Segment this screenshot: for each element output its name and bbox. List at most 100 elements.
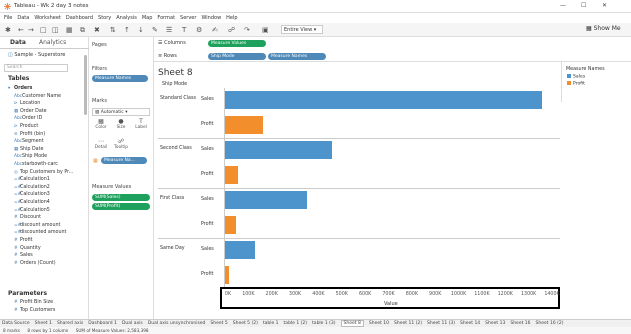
- field-item[interactable]: # Profit: [14, 238, 33, 243]
- bar-sales[interactable]: [225, 241, 255, 259]
- menu-dashboard[interactable]: Dashboard: [66, 15, 93, 21]
- mark-type-dropdown[interactable]: ▧ Automatic ▾: [92, 108, 150, 116]
- close-icon[interactable]: ✕: [602, 2, 607, 9]
- menu-story[interactable]: Story: [98, 15, 111, 21]
- bar-sales[interactable]: [225, 91, 543, 109]
- sheet-tab[interactable]: Sheet 16: [510, 321, 530, 326]
- minimize-icon[interactable]: —: [560, 2, 566, 9]
- field-item[interactable]: =#Calculation5: [14, 208, 50, 213]
- sheet-tab[interactable]: table 1: [263, 321, 279, 326]
- sheet-tab[interactable]: Sheet 5: [210, 321, 227, 326]
- field-item[interactable]: AbcSegment: [14, 139, 44, 144]
- legend-item-profit[interactable]: Profit: [567, 81, 585, 87]
- sheet-tab[interactable]: Sheet 11 (3): [427, 321, 455, 326]
- field-item[interactable]: =#Calculation4: [14, 200, 50, 205]
- size-button[interactable]: ● Size: [114, 119, 128, 131]
- field-item[interactable]: ▦ Order Date: [14, 109, 47, 114]
- menu-worksheet[interactable]: Worksheet: [34, 15, 61, 21]
- field-item[interactable]: # Quantity: [14, 246, 41, 251]
- new-sheet-icon[interactable]: ▦: [66, 26, 73, 34]
- duplicate-icon[interactable]: ⧉: [80, 26, 85, 35]
- marks-pill-measure-names[interactable]: Measure Na...: [101, 157, 147, 164]
- bar-profit[interactable]: [225, 116, 264, 134]
- color-button[interactable]: ▦ Color: [94, 119, 108, 131]
- field-item[interactable]: AbcCustomer Name: [14, 94, 61, 99]
- detail-button[interactable]: ⋯ Detail: [94, 139, 108, 151]
- field-item[interactable]: =#Calculation3: [14, 192, 50, 197]
- field-item[interactable]: ≡ Profit (bin): [14, 132, 45, 137]
- new-datasource-icon[interactable]: ◫: [52, 26, 59, 34]
- sheet-tab[interactable]: Shared axis: [57, 321, 83, 326]
- fix-axes-icon[interactable]: ⚙: [196, 26, 202, 34]
- sheet-tab[interactable]: Sheet 13: [485, 321, 505, 326]
- menu-map[interactable]: Map: [142, 15, 153, 21]
- sheet-tab[interactable]: Dual axis unsynchronised: [148, 321, 206, 326]
- undo-icon[interactable]: ←: [18, 26, 24, 34]
- columns-pill-measure-values[interactable]: Measure Values: [208, 40, 266, 47]
- tableau-icon[interactable]: ✱: [5, 26, 11, 34]
- field-item[interactable]: AbcOrder ID: [14, 116, 42, 121]
- search-input[interactable]: Search: [4, 64, 68, 72]
- sheet-tab[interactable]: Sheet 8: [340, 320, 364, 327]
- field-item[interactable]: Abcstarbowth-carc: [14, 162, 58, 167]
- measure-pill-profit[interactable]: SUM(Profit): [92, 203, 150, 210]
- menu-file[interactable]: File: [4, 15, 12, 21]
- sheet-tab[interactable]: Dashboard 1: [88, 321, 117, 326]
- parameter-item[interactable]: # Top Customers: [14, 308, 55, 313]
- sheet-tab[interactable]: Sheet 11 (2): [394, 321, 422, 326]
- sheet-tab[interactable]: Data Source: [2, 321, 30, 326]
- sheet-tab[interactable]: Sheet 5 (2): [233, 321, 258, 326]
- bar-profit[interactable]: [225, 166, 239, 184]
- maximize-icon[interactable]: ☐: [581, 2, 586, 9]
- datasource-item[interactable]: ◫ Sample - Superstore: [8, 52, 65, 58]
- sheet-tab[interactable]: Dual axis: [122, 321, 143, 326]
- filter-pill-measure-names[interactable]: Measure Names: [92, 75, 148, 82]
- tooltip-icon[interactable]: ☍: [228, 26, 235, 34]
- group-icon[interactable]: ☰: [166, 26, 172, 34]
- field-item[interactable]: # Orders (Count): [14, 261, 56, 266]
- tooltip-button[interactable]: ☍ Tooltip: [114, 139, 128, 151]
- parameter-item[interactable]: # Profit Bin Size: [14, 300, 53, 305]
- rows-pill-measure-names[interactable]: Measure Names: [268, 53, 326, 60]
- bar-profit[interactable]: [225, 266, 229, 284]
- sort-desc-icon[interactable]: ↓: [138, 26, 144, 34]
- label-icon[interactable]: T: [182, 26, 186, 34]
- save-icon[interactable]: □: [40, 26, 47, 34]
- clear-icon[interactable]: ✖: [94, 26, 100, 34]
- bar-sales[interactable]: [225, 191, 307, 209]
- presentation-icon[interactable]: ▣: [262, 26, 269, 34]
- rows-pill-ship-mode[interactable]: Ship Mode: [208, 53, 266, 60]
- field-item[interactable]: =#Calculation2: [14, 185, 50, 190]
- field-item[interactable]: ⊳ Location: [14, 101, 40, 106]
- sheet-tab[interactable]: table 1 (2): [284, 321, 308, 326]
- tab-data[interactable]: Data: [10, 39, 26, 46]
- field-item[interactable]: ⊳ Product: [14, 124, 38, 129]
- highlight-icon[interactable]: ✎: [152, 26, 158, 34]
- menu-format[interactable]: Format: [157, 15, 175, 21]
- bar-profit[interactable]: [225, 216, 237, 234]
- field-item[interactable]: =#discounted amount: [14, 230, 66, 235]
- table-orders[interactable]: ▾ Orders: [8, 86, 32, 91]
- field-item[interactable]: # Discount: [14, 215, 41, 220]
- field-item[interactable]: =#discount amount: [14, 223, 60, 228]
- share-icon[interactable]: ↷: [244, 26, 250, 34]
- field-item[interactable]: ◎ Top Customers by Pr...: [14, 170, 73, 175]
- menu-window[interactable]: Window: [201, 15, 221, 21]
- field-item[interactable]: =#Calculation1: [14, 177, 50, 182]
- show-me-button[interactable]: ▦ Show Me: [586, 25, 621, 32]
- field-item[interactable]: # Sales: [14, 253, 33, 258]
- sheet-tab[interactable]: Sheet 16 (2): [536, 321, 564, 326]
- menu-data[interactable]: Data: [17, 15, 29, 21]
- measure-pill-sales[interactable]: SUM(Sales): [92, 194, 150, 201]
- bar-sales[interactable]: [225, 141, 333, 159]
- sheet-tab[interactable]: Sheet 14: [460, 321, 480, 326]
- label-button[interactable]: T Label: [134, 119, 148, 131]
- field-item[interactable]: AbcShip Mode: [14, 154, 47, 159]
- sort-asc-icon[interactable]: ↑: [124, 26, 130, 34]
- menu-analysis[interactable]: Analysis: [116, 15, 137, 21]
- fit-dropdown[interactable]: Entire View ▾: [281, 25, 323, 34]
- sheet-tab[interactable]: Sheet 10: [369, 321, 389, 326]
- menu-help[interactable]: Help: [226, 15, 237, 21]
- scrollbar[interactable]: [84, 55, 87, 115]
- sheet-tab[interactable]: Sheet 1: [35, 321, 52, 326]
